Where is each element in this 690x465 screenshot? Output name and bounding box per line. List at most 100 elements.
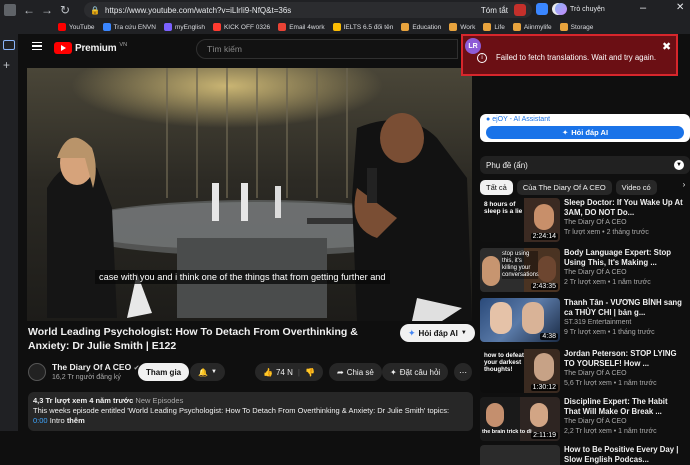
bookmark-label: IELTS 6.5 đối tên: [343, 23, 394, 31]
chevron-down-icon: ▼: [674, 160, 684, 170]
bookmark-folder[interactable]: Work: [449, 23, 475, 31]
address-bar[interactable]: 🔒 https://www.youtube.com/watch?v=iLlrIi…: [84, 2, 532, 18]
bookmark-label: Life: [494, 23, 505, 31]
menu-icon[interactable]: [32, 42, 42, 50]
error-message: Failed to fetch translations. Wait and t…: [496, 53, 657, 62]
share-button[interactable]: ➦ Chia sẻ: [329, 363, 382, 381]
video-title: How to Be Positive Every Day | Slow Engl…: [564, 445, 679, 464]
ask-question-button[interactable]: ✦ Đặt câu hỏi: [382, 363, 449, 381]
sparkle-icon: ✦: [390, 367, 397, 377]
logo-text: Premium: [75, 42, 117, 54]
thumbnail-face: [522, 302, 544, 334]
notification-button[interactable]: 🔔 ▼: [190, 363, 225, 381]
chip-channel[interactable]: Của The Diary Of A CEO: [516, 180, 612, 195]
bookmark-icon: [102, 23, 111, 31]
url-text[interactable]: https://www.youtube.com/watch?v=iLlrIi9-…: [105, 6, 481, 15]
chevron-down-icon: ▼: [210, 369, 217, 375]
video-meta: 2,2 Tr lượt xem • 1 năm trước: [564, 428, 657, 435]
filter-chips: Tất cả Của The Diary Of A CEO Video có: [480, 180, 657, 195]
video-title: World Leading Psychologist: How To Detac…: [28, 326, 358, 352]
video-thumbnail[interactable]: 8 hours of sleep is a lie 2:24:14: [480, 198, 560, 242]
video-meta: 2 Tr lượt xem • 1 năm trước: [564, 279, 651, 286]
views-time: 4,3 Tr lượt xem 4 năm trước: [33, 396, 134, 405]
subtitles-panel[interactable]: Phụ đề (ẩn) ▼: [480, 156, 690, 174]
more-link[interactable]: thêm: [67, 416, 85, 425]
video-player[interactable]: case with you and i think one of the thi…: [27, 68, 472, 321]
thumbnail-face: [534, 204, 554, 230]
thumbnail-face: [490, 302, 512, 334]
related-video[interactable]: how to defeat your darkest thoughts! 1:3…: [480, 349, 685, 395]
folder-icon: [483, 23, 492, 31]
related-video[interactable]: How to Be Positive Every Day | Slow Engl…: [480, 445, 685, 465]
thumbnail-text: 8 hours of sleep is a lie: [484, 201, 523, 215]
bookmark-folder[interactable]: Life: [483, 23, 505, 31]
chip-all[interactable]: Tất cả: [480, 180, 513, 195]
video-thumbnail[interactable]: 4:38: [480, 298, 560, 342]
thumbnail-text: the brain trick to discipline ins...: [482, 429, 532, 435]
bookmark-item[interactable]: IELTS 6.5 đối tên: [332, 23, 394, 31]
bookmark-item[interactable]: Email 4work: [278, 23, 325, 31]
channel-avatar[interactable]: [28, 363, 46, 381]
video-thumbnail[interactable]: the brain trick to discipline ins... 2:1…: [480, 397, 560, 441]
lock-icon: 🔒: [90, 5, 100, 15]
ask-ai-button[interactable]: ✦ Hỏi đáp AI ▼: [400, 324, 475, 342]
related-video[interactable]: the brain trick to discipline ins... 2:1…: [480, 397, 685, 443]
bookmark-folder[interactable]: Education: [401, 23, 441, 31]
close-popup-icon[interactable]: ✖: [662, 40, 671, 53]
video-duration: 4:38: [540, 333, 558, 340]
new-tab-icon[interactable]: +: [3, 58, 10, 72]
ai-ask-button[interactable]: ✦ Hỏi đáp AI: [486, 126, 684, 139]
summarize-button[interactable]: Tóm tắt: [481, 6, 508, 15]
vertical-tabs-icon[interactable]: [3, 40, 15, 50]
description-chapters: 0:00 Intro thêm: [33, 416, 468, 426]
back-icon[interactable]: ←: [20, 2, 38, 18]
close-window-icon[interactable]: ✕: [676, 2, 684, 13]
description-box[interactable]: 4,3 Tr lượt xem 4 năm trước New Episodes…: [28, 392, 473, 431]
related-video[interactable]: 8 hours of sleep is a lie 2:24:14 Sleep …: [480, 198, 685, 244]
chip-video[interactable]: Video có: [615, 180, 657, 195]
bookmark-label: Tra cứu ENVN: [113, 23, 156, 31]
chat-button[interactable]: Trò chuyện: [555, 3, 605, 15]
video-meta: 9 Tr lượt xem • 1 tháng trước: [564, 329, 655, 336]
bookmark-item[interactable]: YouTube: [58, 23, 95, 31]
video-title: Thanh Tân - VƯƠNG BÌNH sang ca THỦY CHI …: [564, 298, 682, 317]
bell-icon: 🔔: [198, 367, 208, 377]
related-video[interactable]: 4:38 Thanh Tân - VƯƠNG BÌNH sang ca THỦY…: [480, 298, 685, 344]
bookmark-folder[interactable]: Aiinmylife: [512, 23, 552, 31]
bookmark-icon: [58, 23, 66, 31]
video-title: Sleep Doctor: If You Wake Up At 3AM, DO …: [564, 198, 683, 217]
video-thumbnail[interactable]: [480, 445, 560, 465]
forward-icon[interactable]: →: [38, 2, 56, 18]
join-button[interactable]: Tham gia: [138, 363, 190, 381]
bookmark-icon: [212, 23, 221, 31]
browser-menu-icon[interactable]: [4, 4, 16, 16]
video-thumbnail[interactable]: stop using this, it's killing your conve…: [480, 248, 560, 292]
thumbs-down-icon[interactable]: 👎: [305, 368, 315, 377]
bookmark-item[interactable]: KICK OFF 0326: [212, 23, 270, 31]
more-actions-button[interactable]: ⋯: [454, 363, 472, 381]
chips-next-icon[interactable]: ›: [678, 180, 690, 194]
video-title: Body Language Expert: Stop Using This, I…: [564, 248, 671, 267]
minimize-icon[interactable]: –: [640, 2, 646, 14]
video-duration: 1:30:12: [530, 384, 558, 391]
video-duration: 2:11:19: [531, 432, 558, 439]
channel-name[interactable]: The Diary Of A CEO ✔: [52, 362, 139, 372]
bookmark-folder[interactable]: Storage: [559, 23, 593, 31]
bookmark-label: YouTube: [69, 23, 95, 31]
ai-ask-label: Hỏi đáp AI: [571, 128, 609, 137]
extension-icon-1[interactable]: [536, 3, 548, 15]
extension-icon[interactable]: [514, 4, 526, 16]
video-thumbnail[interactable]: how to defeat your darkest thoughts! 1:3…: [480, 349, 560, 393]
reload-icon[interactable]: ↻: [56, 2, 74, 18]
thumbnail-face: [530, 403, 548, 427]
video-channel: The Diary Of A CEO: [564, 418, 627, 425]
search-input[interactable]: Tìm kiếm: [196, 39, 458, 59]
chapter-timestamp[interactable]: 0:00: [33, 416, 48, 425]
ai-panel-name: ejOY - AI Assistant: [492, 116, 551, 123]
related-video[interactable]: stop using this, it's killing your conve…: [480, 248, 685, 294]
like-button[interactable]: 👍 74 N | 👎: [255, 363, 323, 381]
bookmark-item[interactable]: Tra cứu ENVN: [102, 23, 156, 31]
sparkle-icon: ✦: [408, 327, 416, 338]
bookmark-item[interactable]: myEnglish: [163, 23, 205, 31]
youtube-logo[interactable]: Premium VN: [54, 42, 127, 54]
